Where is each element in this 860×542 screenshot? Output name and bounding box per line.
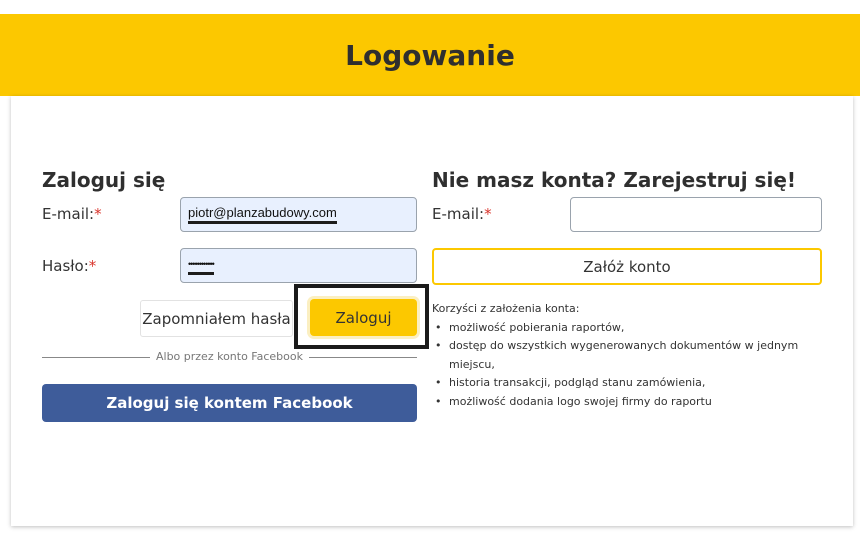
page-header: Logowanie [0,14,860,96]
facebook-divider: Albo przez konto Facebook [42,350,417,364]
password-input[interactable]: •••••••••••• [180,248,417,283]
benefit-item: możliwość pobierania raportów, [432,319,842,338]
password-value: •••••••••••• [188,256,215,275]
top-strip [0,0,860,14]
page-title: Logowanie [345,38,515,72]
login-email-input[interactable]: piotr@planzabudowy.com [180,197,417,232]
benefit-item: historia transakcji, podgląd stanu zamów… [432,374,842,393]
benefits-title: Korzyści z założenia konta: [432,302,580,315]
benefit-item: możliwość dodania logo swojej firmy do r… [432,393,842,412]
register-heading: Nie masz konta? Zarejestruj się! [432,168,797,192]
register-email-input[interactable] [570,197,822,232]
login-button[interactable]: Zaloguj [310,299,417,336]
required-mark: * [484,205,492,223]
divider-text: Albo przez konto Facebook [149,350,309,363]
create-account-button[interactable]: Załóż konto [432,248,822,285]
benefits-list: Korzyści z założenia konta: możliwość po… [432,300,842,411]
benefit-item: dostęp do wszystkich wygenerowanych doku… [432,337,842,374]
required-mark: * [88,257,97,275]
login-heading: Zaloguj się [42,168,166,192]
login-email-value: piotr@planzabudowy.com [188,205,337,224]
password-label: Hasło:* [42,257,97,275]
required-mark: * [94,205,102,223]
facebook-login-button[interactable]: Zaloguj się kontem Facebook [42,384,417,422]
register-email-label: E-mail:* [432,205,492,223]
email-label: E-mail:* [42,205,102,223]
forgot-password-button[interactable]: Zapomniałem hasła [140,300,293,337]
